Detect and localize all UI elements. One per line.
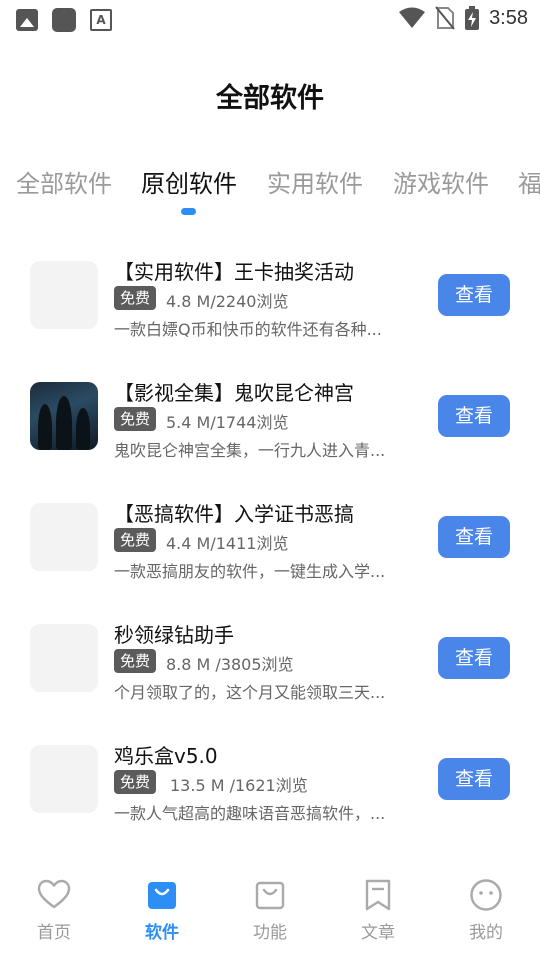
free-badge: 免费 xyxy=(114,528,157,552)
app-thumbnail xyxy=(30,745,98,813)
wifi-icon xyxy=(399,7,426,28)
free-badge: 免费 xyxy=(114,407,157,431)
item-meta: 4.4 M/1411浏览 xyxy=(166,534,289,553)
item-description: 一款恶搞朋友的软件，一键生成入学... xyxy=(114,562,386,581)
nav-articles[interactable]: 文章 xyxy=(324,868,432,960)
nav-function-label: 功能 xyxy=(253,923,287,943)
list-item[interactable]: 【实用软件】王卡抽奖活动 免费 4.8 M/2240浏览 一款白嫖Q币和快币的软… xyxy=(0,240,540,340)
item-title: 【实用软件】王卡抽奖活动 xyxy=(114,260,354,284)
item-description: 鬼吹昆仑神宫全集，一行九人进入青... xyxy=(114,441,386,460)
status-time: 3:58 xyxy=(489,6,528,29)
free-badge: 免费 xyxy=(114,770,157,794)
nav-software[interactable]: 软件 xyxy=(108,868,216,960)
item-description: 一款人气超高的趣味语音恶搞软件，... xyxy=(114,804,386,823)
shopping-bag-icon xyxy=(148,882,176,909)
nav-articles-label: 文章 xyxy=(361,923,395,943)
item-meta: 4.8 M/2240浏览 xyxy=(166,292,289,311)
page-title: 全部软件 xyxy=(216,83,324,114)
tab-indicator xyxy=(181,208,196,215)
app-thumbnail-poster xyxy=(30,382,98,450)
list-item[interactable]: 【恶搞软件】入学证书恶搞 免费 4.4 M/1411浏览 一款恶搞朋友的软件，一… xyxy=(0,482,540,582)
image-icon xyxy=(16,9,38,31)
nav-home-label: 首页 xyxy=(37,923,71,943)
nav-home[interactable]: 首页 xyxy=(0,868,108,960)
item-description: 个月领取了的，这个月又能领取三天... xyxy=(114,683,386,702)
status-bar: A 3:58 xyxy=(0,0,540,40)
status-right-icons: 3:58 xyxy=(399,6,528,30)
nav-mine-label: 我的 xyxy=(469,923,503,943)
bag-icon xyxy=(255,881,285,910)
item-meta: 5.4 M/1744浏览 xyxy=(166,413,289,432)
font-icon: A xyxy=(90,9,112,31)
list-item[interactable]: 鸡乐盒v5.0 免费 13.5 M /1621浏览 一款人气超高的趣味语音恶搞软… xyxy=(0,724,540,824)
item-title: 【影视全集】鬼吹昆仑神宫 xyxy=(114,381,354,405)
item-title: 鸡乐盒v5.0 xyxy=(114,744,218,768)
tab-original-software[interactable]: 原创软件 xyxy=(141,164,237,199)
tab-game-software[interactable]: 游戏软件 xyxy=(393,164,489,199)
bottom-nav: 首页 软件 功能 文章 我的 xyxy=(0,868,540,960)
bookmark-icon xyxy=(365,879,391,911)
tab-all-software[interactable]: 全部软件 xyxy=(16,164,112,199)
item-title: 【恶搞软件】入学证书恶搞 xyxy=(114,502,354,526)
view-button[interactable]: 查看 xyxy=(438,516,510,558)
free-badge: 免费 xyxy=(114,649,157,673)
app-thumbnail xyxy=(30,503,98,571)
smiley-icon xyxy=(470,879,502,911)
square-icon xyxy=(52,8,76,32)
nav-function[interactable]: 功能 xyxy=(216,868,324,960)
list-item[interactable]: 【影视全集】鬼吹昆仑神宫 免费 5.4 M/1744浏览 鬼吹昆仑神宫全集，一行… xyxy=(0,361,540,461)
app-thumbnail xyxy=(30,261,98,329)
view-button[interactable]: 查看 xyxy=(438,274,510,316)
free-badge: 免费 xyxy=(114,286,157,310)
view-button[interactable]: 查看 xyxy=(438,758,510,800)
heart-icon xyxy=(37,879,71,909)
list-item[interactable]: 秒领绿钻助手 免费 8.8 M /3805浏览 个月领取了的，这个月又能领取三天… xyxy=(0,603,540,703)
battery-charging-icon xyxy=(465,6,480,30)
nav-mine[interactable]: 我的 xyxy=(432,868,540,960)
item-description: 一款白嫖Q币和快币的软件还有各种... xyxy=(114,320,382,339)
tab-more[interactable]: 福 xyxy=(518,164,540,199)
category-tabs: 全部软件 原创软件 实用软件 游戏软件 福 xyxy=(0,160,540,220)
status-left-icons: A xyxy=(16,8,112,32)
view-button[interactable]: 查看 xyxy=(438,395,510,437)
nav-software-label: 软件 xyxy=(145,923,179,943)
item-meta: 8.8 M /3805浏览 xyxy=(166,655,294,674)
no-sim-icon xyxy=(435,6,455,30)
tab-utility-software[interactable]: 实用软件 xyxy=(267,164,363,199)
view-button[interactable]: 查看 xyxy=(438,637,510,679)
item-title: 秒领绿钻助手 xyxy=(114,623,234,647)
app-thumbnail xyxy=(30,624,98,692)
item-meta: 13.5 M /1621浏览 xyxy=(170,776,308,795)
